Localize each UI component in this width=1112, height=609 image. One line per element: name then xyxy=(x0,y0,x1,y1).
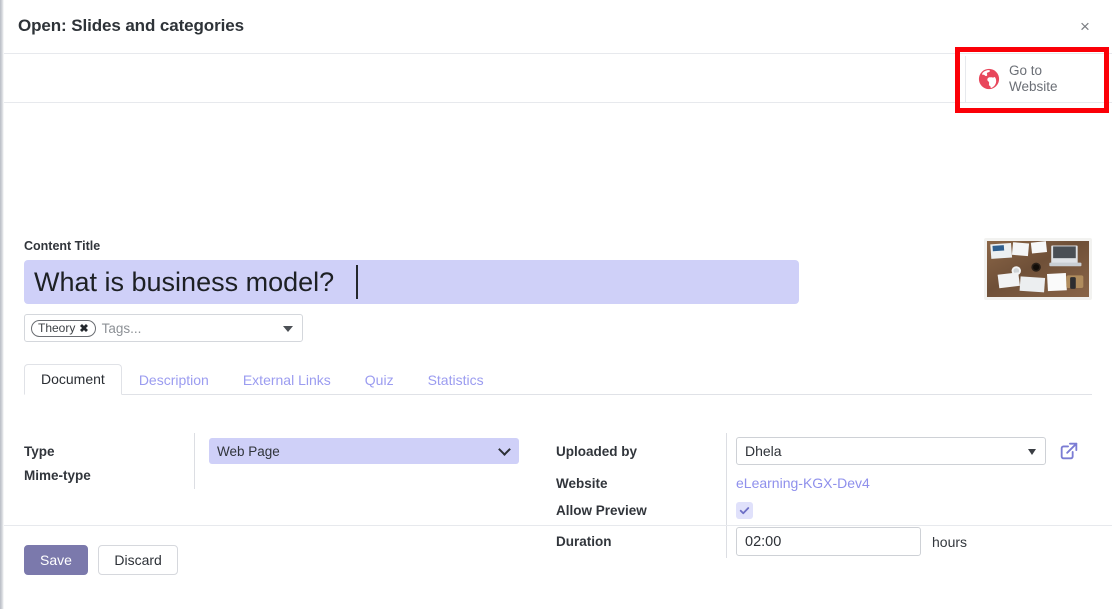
tags-input[interactable]: Theory ✖ Tags... xyxy=(24,314,303,342)
go-to-website-button[interactable]: Go to Website xyxy=(965,56,1105,102)
go-to-website-label-line1: Go to xyxy=(1009,63,1043,78)
type-select[interactable]: Web Page xyxy=(209,438,519,464)
mime-type-field-row: Mime-type xyxy=(24,468,209,483)
discard-button[interactable]: Discard xyxy=(98,545,178,575)
tag-chip[interactable]: Theory ✖ xyxy=(31,319,96,337)
tags-placeholder: Tags... xyxy=(101,320,142,336)
uploaded-by-select[interactable]: Dhela xyxy=(736,437,1046,465)
window-left-edge xyxy=(0,0,4,609)
content-title-label: Content Title xyxy=(24,239,101,253)
allow-preview-checkbox[interactable] xyxy=(736,502,753,519)
mime-type-label: Mime-type xyxy=(24,468,91,483)
dialog-body: Content Title Theory ✖ Tags... Document … xyxy=(4,103,1112,558)
tab-quiz[interactable]: Quiz xyxy=(348,365,411,395)
uploaded-by-field-row: Uploaded by Dhela xyxy=(556,437,1080,465)
content-thumbnail xyxy=(984,238,1092,300)
uploaded-by-select-wrap: Dhela xyxy=(736,437,1046,465)
tab-statistics[interactable]: Statistics xyxy=(411,365,501,395)
content-title-input[interactable] xyxy=(24,260,799,304)
type-label: Type xyxy=(24,443,55,459)
globe-icon xyxy=(978,68,1000,90)
tab-document[interactable]: Document xyxy=(24,364,122,395)
uploaded-by-label: Uploaded by xyxy=(556,443,638,459)
website-field-row: Website eLearning-KGX-Dev4 xyxy=(556,475,870,491)
website-value-link[interactable]: eLearning-KGX-Dev4 xyxy=(736,475,870,491)
save-button[interactable]: Save xyxy=(24,545,88,575)
go-to-website-label-line2: Website xyxy=(1009,79,1058,94)
text-cursor xyxy=(356,265,358,299)
allow-preview-field-row: Allow Preview xyxy=(556,502,753,519)
external-link-icon[interactable] xyxy=(1058,440,1080,462)
dialog-title: Open: Slides and categories xyxy=(18,16,244,35)
tab-bar: Document Description External Links Quiz… xyxy=(24,363,1092,395)
tag-remove-icon[interactable]: ✖ xyxy=(79,322,88,335)
close-icon[interactable]: × xyxy=(1072,13,1098,39)
allow-preview-label: Allow Preview xyxy=(556,503,647,518)
open-slides-and-categories-dialog: Open: Slides and categories × Go to Webs… xyxy=(4,0,1112,609)
website-label: Website xyxy=(556,475,608,491)
tab-external-links[interactable]: External Links xyxy=(226,365,348,395)
type-select-wrap: Web Page xyxy=(209,438,519,464)
tag-chip-label: Theory xyxy=(38,321,76,335)
tab-description[interactable]: Description xyxy=(122,365,226,395)
dialog-toolbar: Go to Website xyxy=(4,54,1112,103)
go-to-website-label: Go to Website xyxy=(1009,63,1058,95)
chevron-down-icon[interactable] xyxy=(283,326,293,332)
type-field-row: Type Web Page xyxy=(24,438,519,464)
dialog-footer: Save Discard xyxy=(4,525,1112,609)
dialog-header: Open: Slides and categories × xyxy=(4,0,1112,54)
